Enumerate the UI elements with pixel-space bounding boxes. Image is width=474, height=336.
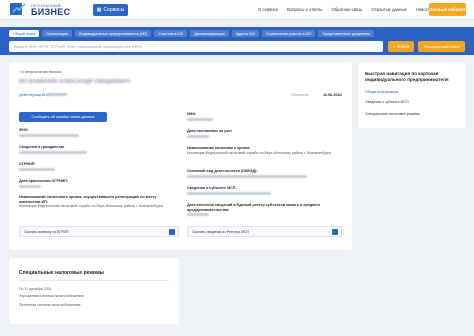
advanced-search-button[interactable]: Расширенный поиск <box>418 41 465 52</box>
tab-general[interactable]: Общий поиск <box>9 30 40 37</box>
link-open-data[interactable]: Открытые данные <box>371 7 407 12</box>
download-icon <box>169 229 175 235</box>
field-msp: Сведения о субъекте МСП: <box>187 186 347 197</box>
redacted-value <box>19 184 41 188</box>
brand-name[interactable]: БИЗНЕС <box>31 7 70 17</box>
field-label: ИНН: <box>187 112 197 116</box>
field-fio: ФИО: <box>19 128 179 139</box>
redacted-value <box>19 150 87 154</box>
find-label: Найти <box>397 44 410 49</box>
logo-icon[interactable] <box>9 2 29 16</box>
search-input[interactable]: Введите ИНН, ОГРН, ОГРНИП, ФИО, наименов… <box>9 41 383 52</box>
field-registration-date: Дата постановки на учет <box>187 129 347 140</box>
field-ogrnip-date: Дата присвоения ОГРНИП: <box>19 179 179 190</box>
tax-period: По 31 декабря 2024 <box>19 287 52 291</box>
quick-nav: Быстрая навигация по карточке индивидуал… <box>358 62 466 128</box>
download-label: Скачать сведения из Реестра МСП <box>192 229 250 234</box>
redacted-value <box>19 167 55 171</box>
redacted-value <box>187 134 209 138</box>
link-about[interactable]: О сервисе <box>258 7 278 12</box>
field-okved: Основной вид деятельности (ОКВЭД): <box>187 169 347 180</box>
nav-msp[interactable]: Сведения о субъекте МСП <box>365 100 408 104</box>
tax-item: Патентная система налогообложения <box>19 303 81 307</box>
top-links: О сервисе Вопросы и ответы Обратная связ… <box>258 7 432 12</box>
nav-general[interactable]: Общая информация <box>365 90 398 94</box>
download-msp-button[interactable]: Скачать сведения из Реестра МСП <box>187 226 342 237</box>
tab-disqualification[interactable]: Дисквалификация <box>190 30 229 37</box>
download-label: Скачать выписку из ЕГРИП <box>24 229 69 234</box>
redacted-value <box>187 213 209 217</box>
download-icon <box>332 229 338 235</box>
field-value: Инспекция Федеральной налоговой службы п… <box>187 150 331 155</box>
quick-nav-title: Быстрая навигация по карточке индивидуал… <box>365 71 449 82</box>
top-bar: ПРОЗРАЧНЫЙ БИЗНЕС ▦ Сервисы О сервисе Во… <box>0 0 474 20</box>
field-tax-authority: Наименование налогового органа: Инспекци… <box>187 146 337 155</box>
search-tabs: Общий поиск Организации Индивидуальные п… <box>9 30 375 37</box>
field-value: Инспекция Федеральной налоговой службы п… <box>19 204 163 209</box>
services-button[interactable]: ▦ Сервисы <box>93 4 128 16</box>
tax-title: Специальные налоговые режимы <box>19 270 104 276</box>
field-label: ФИО: <box>19 128 29 132</box>
field-label: ОГРНИП: <box>19 162 36 166</box>
tab-organizations[interactable]: Организации <box>42 30 72 37</box>
field-inn: ИНН: <box>187 112 347 123</box>
field-registration-authority: Наименование налогового органа, осуществ… <box>19 195 169 209</box>
tax-regimes-card: Специальные налоговые режимы По 31 декаб… <box>9 258 179 324</box>
redacted-value <box>187 117 213 121</box>
redacted-value <box>19 133 79 137</box>
ip-name: ИП ФАМИЛИЯ АЛЕКСАНДР ОВИДИЕВИЧ <box>19 79 131 85</box>
field-label: Дата внесения сведений в Единый реестр с… <box>187 203 321 212</box>
field-citizenship: Сведения о гражданстве <box>19 145 179 156</box>
field-label: Дата постановки на учет <box>187 129 233 133</box>
tab-documents[interactable]: Представленные документы <box>318 30 375 37</box>
find-button[interactable]: ⌕ Найти <box>388 41 414 52</box>
grid-icon: ▦ <box>96 7 102 13</box>
redacted-value <box>187 191 271 195</box>
redacted-value <box>47 93 67 96</box>
field-label: Основной вид деятельности (ОКВЭД): <box>187 169 258 173</box>
search-icon: ⌕ <box>392 44 396 49</box>
services-label: Сервисы <box>103 7 125 13</box>
nav-tax[interactable]: Специальные налоговые режимы <box>365 112 420 116</box>
updated-date: 11.06.2024 <box>323 93 342 97</box>
field-label: Сведения о субъекте МСП: <box>187 186 237 190</box>
link-faq[interactable]: Вопросы и ответы <box>287 7 322 12</box>
back-label: К результатам поиска <box>21 69 62 74</box>
tab-restrictions[interactable]: Ограничения участия в ЮЛ <box>261 30 316 37</box>
tax-item: Упрощенная система налогообложения <box>19 294 84 298</box>
divider <box>19 280 169 281</box>
field-label: Дата присвоения ОГРНИП: <box>19 179 69 183</box>
report-error-button[interactable]: Сообщить об ошибке своих данных <box>19 112 107 122</box>
field-label: Наименование налогового органа, осуществ… <box>19 195 157 204</box>
tab-participant[interactable]: Участник в ЮЛ <box>154 30 188 37</box>
field-ogrnip: ОГРНИП: <box>19 162 179 173</box>
back-link[interactable]: ‹ К результатам поиска <box>19 69 62 74</box>
ip-card: ‹ К результатам поиска ИП ФАМИЛИЯ АЛЕКСА… <box>9 62 352 250</box>
tab-ip[interactable]: Индивидуальные предприниматели (ИП) <box>74 30 152 37</box>
cabinet-button[interactable]: Личный кабинет <box>429 3 466 16</box>
field-label: Сведения о гражданстве <box>19 145 65 149</box>
field-msp-date: Дата внесения сведений в Единый реестр с… <box>187 203 337 218</box>
download-egrip-button[interactable]: Скачать выписку из ЕГРИП <box>19 226 179 237</box>
tab-addresses[interactable]: Адреса ЮЛ <box>231 30 259 37</box>
link-feedback[interactable]: Обратная связь <box>331 7 362 12</box>
redacted-value <box>187 174 307 178</box>
updated-label: Обновлено <box>291 93 309 97</box>
